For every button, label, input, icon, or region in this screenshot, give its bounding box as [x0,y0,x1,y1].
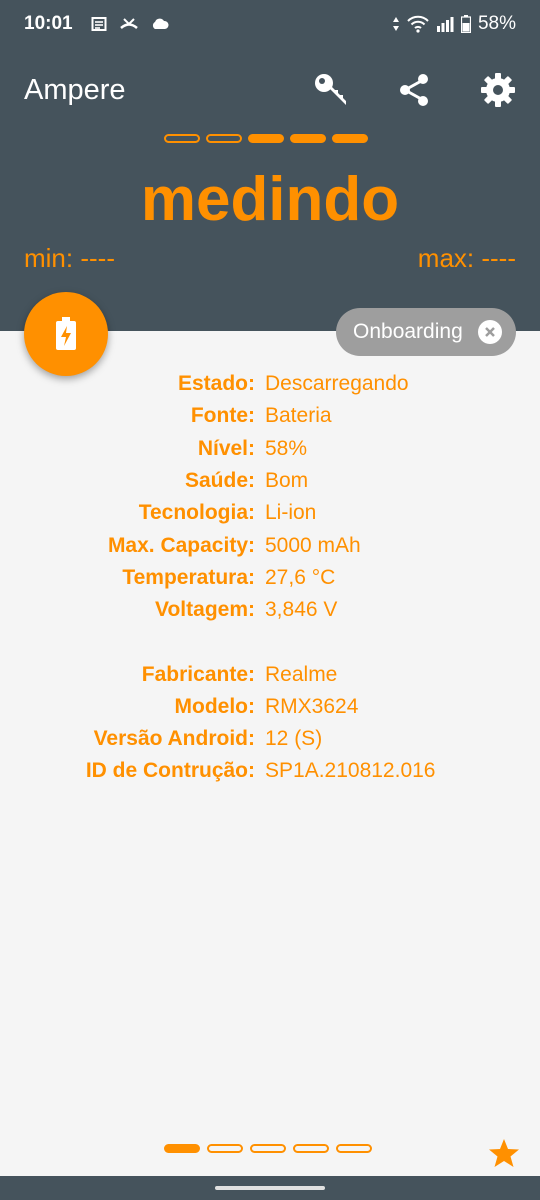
info-label: Voltagem: [155,598,255,622]
battery-charging-icon [56,317,76,350]
info-label: Saúde: [184,469,255,493]
info-value: Li-ion [265,501,317,525]
news-icon [91,17,107,31]
close-chip-button[interactable] [478,320,502,344]
info-row: Max. Capacity: 5000 mAh [0,529,540,561]
battery-fab[interactable] [24,292,108,376]
battery-info: Estado: Descarregando Fonte: Bateria Nível… [0,368,540,788]
info-value: 27,6 °C [265,565,336,589]
settings-button[interactable] [476,68,520,112]
info-label: Versão Android: [93,727,255,751]
info-row: Nível: 58% [0,433,540,465]
status-time: 10:01 [24,13,73,34]
key-icon [315,74,346,105]
status-right: 58% [392,13,516,35]
page-dot-active [290,134,326,143]
info-row: Saúde: Bom [0,465,540,497]
measurement-state: medindo [140,165,400,234]
info-value: 5000 mAh [265,533,361,557]
onboarding-chip[interactable]: Onboarding [336,308,516,356]
info-value: RMX3624 [265,694,359,718]
info-row: ID de Contrução: SP1A.210812.016 [0,755,540,787]
info-label: Max. Capacity: [107,533,255,557]
info-row: Temperatura: 27,6 °C [0,562,540,594]
page-dot [250,1144,286,1153]
info-label: Estado: [177,372,255,396]
status-left: 10:01 [24,13,169,35]
info-row: Fonte: Bateria [0,400,540,432]
info-row: Voltagem: 3,846 V [0,594,540,626]
navigation-bar [0,1176,540,1200]
info-label: Fonte: [190,404,255,428]
close-icon [485,327,495,337]
info-value: 3,846 V [265,598,338,622]
share-button[interactable] [392,68,436,112]
battery-percent: 58% [477,13,516,34]
page-dot-active [332,134,368,143]
rate-button[interactable] [488,1137,520,1169]
page-dot-active [164,1144,200,1153]
info-label: Temperatura: [122,565,255,589]
info-row: Versão Android: 12 (S) [0,723,540,755]
battery-icon [460,15,471,33]
gear-icon [481,73,515,107]
signal-icon [436,17,454,32]
data-arrows-icon [392,17,399,31]
key-button[interactable] [309,68,353,112]
missed-call-icon [119,18,138,29]
cloud-icon [152,18,169,29]
page-dot [207,1144,243,1153]
app-header: Ampere medindo min: ---- max: ---- [0,48,540,331]
max-reading: max: ---- [417,243,516,273]
info-value: 58% [265,436,308,460]
info-row: Modelo: RMX3624 [0,691,540,723]
info-label: Fabricante: [141,662,255,686]
onboarding-label: Onboarding [353,320,463,343]
top-page-indicator [164,134,368,143]
info-value: Realme [265,662,338,686]
info-value: Bom [265,469,309,493]
page-dot [164,134,200,143]
app-title: Ampere [24,74,126,106]
bottom-page-indicator [164,1144,372,1153]
info-label: Tecnologia: [138,501,255,525]
page-dot-active [248,134,284,143]
info-label: Modelo: [174,694,255,718]
info-row: Fabricante: Realme [0,658,540,690]
info-row: Tecnologia: Li-ion [0,497,540,529]
min-reading: min: ---- [24,243,115,273]
gesture-handle[interactable] [215,1186,325,1190]
info-value: 12 (S) [265,727,323,751]
page-dot [206,134,242,143]
info-value: Descarregando [265,372,409,396]
share-icon [400,74,428,106]
info-label: Nível: [197,436,255,460]
status-bar: 10:01 58% [0,0,540,48]
info-row: Estado: Descarregando [0,368,540,400]
info-value: Bateria [265,404,332,428]
wifi-icon [407,15,429,33]
star-icon [489,1139,519,1167]
page-dot [336,1144,372,1153]
info-label: ID de Contrução: [85,759,255,783]
info-value: SP1A.210812.016 [265,759,436,783]
page-dot [293,1144,329,1153]
